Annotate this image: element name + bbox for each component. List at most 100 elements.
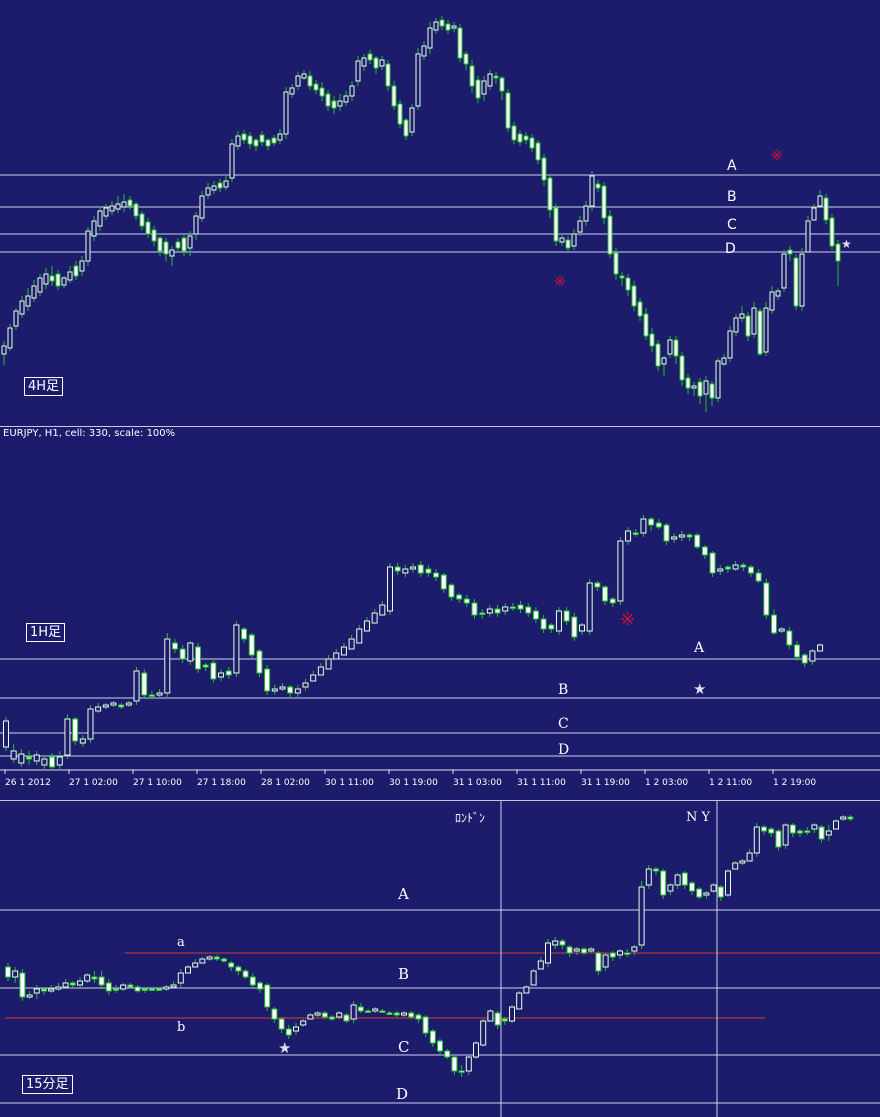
candle-body: [118, 704, 125, 708]
candle-body: [205, 187, 211, 196]
candle-body: [602, 586, 609, 602]
candle-body: [502, 606, 509, 612]
x-tick-label: 27 1 02:00: [69, 778, 118, 788]
candle-body: [746, 852, 753, 862]
candle-body: [577, 220, 583, 233]
candle-body: [602, 954, 609, 968]
candle-body: [217, 182, 223, 189]
candle-body: [349, 85, 355, 97]
candle-body: [10, 750, 17, 760]
candle-body: [775, 290, 781, 297]
candle-body: [365, 1010, 371, 1013]
candle-body: [241, 628, 248, 640]
candle-body: [293, 1026, 299, 1032]
level-label-b: B: [727, 189, 737, 205]
candle-body: [98, 976, 105, 986]
x-tick-label: 1 2 03:00: [645, 778, 688, 788]
candle-body: [727, 330, 733, 359]
candle-body: [725, 870, 731, 896]
candle-body: [811, 824, 818, 830]
candle-body: [343, 95, 349, 103]
candle-body: [422, 1016, 429, 1034]
level-label-c: C: [727, 217, 737, 233]
candle-body: [509, 1006, 515, 1022]
candle-body: [283, 91, 289, 135]
candle-body: [697, 381, 703, 397]
candle-body: [43, 273, 49, 285]
candle-body: [588, 948, 595, 952]
candle-body: [517, 133, 523, 143]
candle-body: [847, 816, 854, 820]
candle-body: [271, 688, 278, 692]
candle-body: [674, 874, 681, 886]
candle-body: [799, 253, 805, 307]
candle-body: [469, 65, 475, 87]
candle-body: [624, 952, 631, 955]
candle-body: [279, 686, 286, 690]
candle-body: [679, 355, 685, 381]
candle-body: [26, 756, 33, 760]
candle-body: [559, 237, 565, 243]
candle-body: [125, 702, 132, 706]
candle-body: [401, 1012, 407, 1016]
x-tick-label: 1 2 19:00: [773, 778, 816, 788]
candle-body: [25, 295, 31, 307]
candle-body: [645, 868, 652, 886]
candle-body: [465, 1056, 472, 1072]
candle-body: [835, 243, 841, 262]
candle-body: [617, 950, 623, 956]
candle-body: [703, 892, 710, 896]
candle-body: [640, 518, 647, 534]
candle-body: [494, 608, 501, 614]
candle-body: [801, 654, 808, 664]
candle-body: [565, 239, 571, 249]
session-label-london: ﾛﾝﾄﾞﾝ: [455, 811, 485, 825]
candle-body: [429, 1030, 436, 1044]
candle-body: [761, 826, 767, 832]
candle-body: [120, 984, 127, 990]
candle-body: [325, 93, 331, 107]
candle-body: [228, 962, 235, 968]
candle-body: [56, 756, 63, 766]
candle-body: [403, 119, 409, 137]
candle-body: [638, 886, 645, 946]
candle-body: [264, 668, 271, 692]
candle-body: [532, 610, 539, 620]
chart-1h-panel: EURJPY, H1, cell: 330, scale: 100% A B C…: [0, 427, 880, 799]
level-label-c: C: [398, 1038, 409, 1056]
candle-body: [157, 237, 163, 252]
candle-body: [481, 80, 487, 95]
candle-body: [202, 664, 209, 668]
kome-mark: ※: [620, 609, 635, 630]
candle-body: [77, 980, 83, 986]
candle-body: [19, 300, 25, 315]
candle-body: [768, 828, 775, 834]
candle-body: [724, 566, 731, 570]
candle-body: [631, 946, 638, 952]
candle-body: [105, 982, 112, 992]
candle-body: [817, 644, 824, 652]
candle-body: [701, 546, 708, 556]
candle-body: [85, 230, 91, 262]
candle-body: [329, 1016, 335, 1020]
candle-body: [49, 756, 56, 768]
candle-body: [547, 177, 553, 211]
candle-body: [709, 552, 716, 574]
candle-body: [686, 534, 693, 538]
candle-body: [199, 958, 206, 964]
candle-body: [253, 139, 259, 147]
candle-body: [613, 252, 619, 275]
candle-body: [555, 610, 562, 632]
candle-body: [740, 564, 747, 568]
candle-body: [448, 584, 455, 598]
level-label-b: B: [558, 682, 568, 698]
candle-body: [171, 642, 178, 650]
kome-mark: ※: [554, 274, 566, 290]
candle-body: [265, 139, 271, 147]
candle-body: [391, 85, 397, 107]
candle-body: [139, 213, 145, 227]
candle-body: [187, 235, 193, 249]
candle-body: [277, 133, 283, 141]
candle-body: [149, 988, 155, 991]
candle-body: [425, 568, 432, 574]
